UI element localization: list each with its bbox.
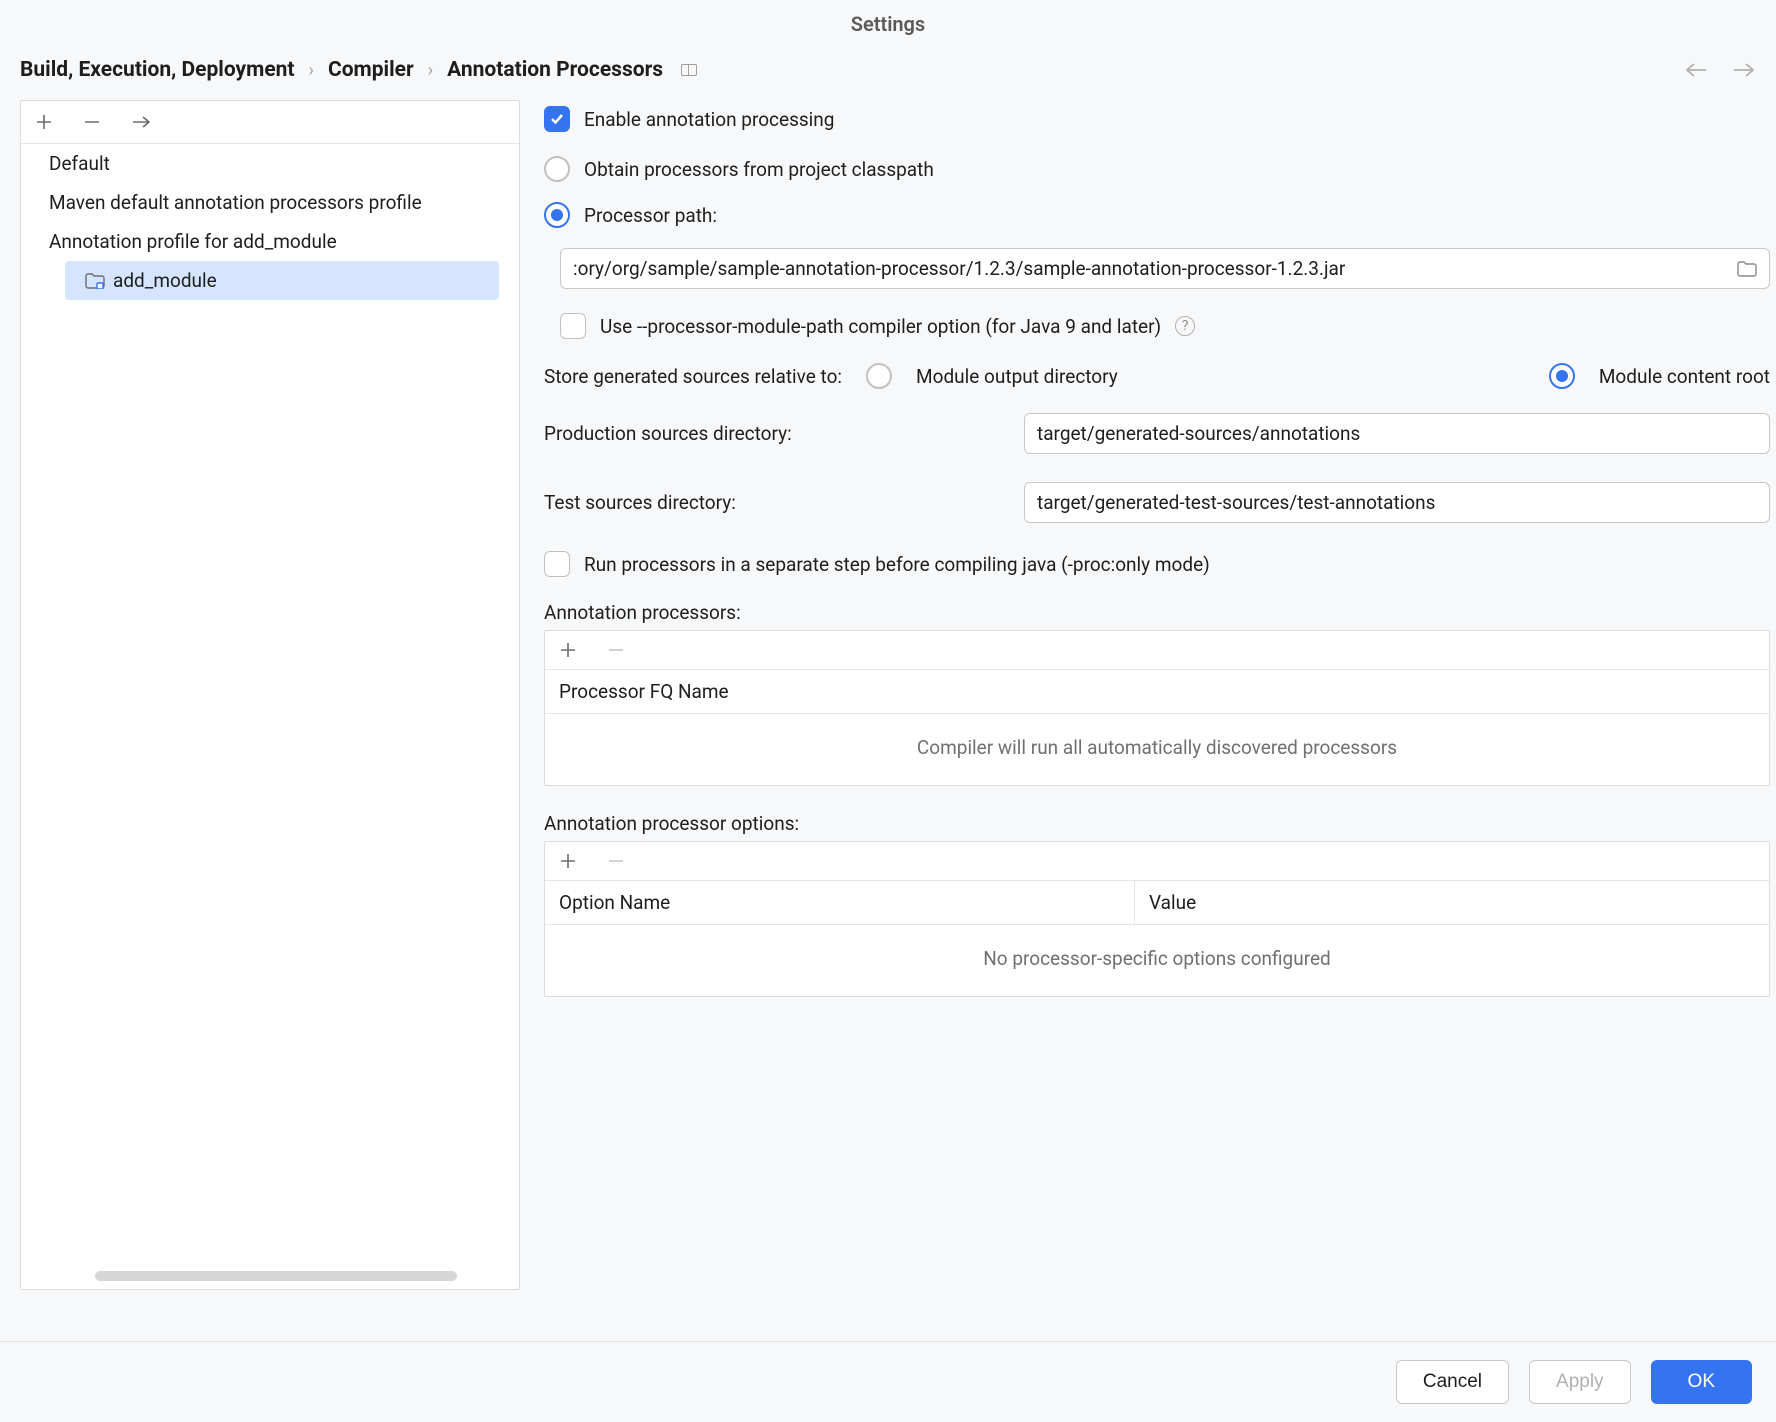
- browse-folder-icon[interactable]: [1737, 261, 1757, 277]
- detach-window-icon[interactable]: [681, 64, 697, 76]
- options-empty-text: No processor-specific options configured: [545, 925, 1769, 996]
- annotation-processors-table: Processor FQ Name Compiler will run all …: [544, 630, 1770, 786]
- breadcrumb: Build, Execution, Deployment › Compiler …: [0, 44, 1776, 100]
- separate-step-checkbox[interactable]: [544, 551, 570, 577]
- tree-item-add-module-profile[interactable]: Annotation profile for add_module: [21, 222, 519, 261]
- horizontal-scrollbar[interactable]: [95, 1271, 457, 1281]
- production-sources-dir-label: Production sources directory:: [544, 422, 996, 445]
- add-option-icon[interactable]: [559, 852, 577, 870]
- dialog-footer: Cancel Apply OK: [0, 1341, 1776, 1422]
- option-value-column: Value: [1135, 881, 1769, 924]
- module-content-root-radio[interactable]: [1549, 363, 1575, 389]
- add-icon[interactable]: [35, 113, 53, 131]
- tree-item-label: add_module: [113, 269, 217, 292]
- production-sources-dir-value: target/generated-sources/annotations: [1037, 422, 1360, 445]
- processor-path-value: :ory/org/sample/sample-annotation-proces…: [573, 257, 1345, 280]
- module-output-dir-radio[interactable]: [866, 363, 892, 389]
- test-sources-dir-value: target/generated-test-sources/test-annot…: [1037, 491, 1435, 514]
- module-folder-icon: [85, 273, 105, 289]
- remove-option-icon[interactable]: [607, 852, 625, 870]
- annotation-processor-options-header: Annotation processor options:: [544, 812, 1770, 835]
- processor-module-path-label: Use --processor-module-path compiler opt…: [600, 315, 1161, 338]
- processor-fqname-column: Processor FQ Name: [545, 670, 1769, 713]
- tree-item-module[interactable]: add_module: [65, 261, 499, 300]
- enable-annotation-processing-checkbox[interactable]: [544, 106, 570, 132]
- processor-path-radio[interactable]: [544, 202, 570, 228]
- module-content-root-label: Module content root: [1599, 365, 1770, 388]
- ok-button[interactable]: OK: [1651, 1360, 1752, 1404]
- enable-annotation-processing-label: Enable annotation processing: [584, 108, 834, 131]
- separate-step-label: Run processors in a separate step before…: [584, 553, 1210, 576]
- breadcrumb-item-annotation-processors[interactable]: Annotation Processors: [447, 58, 663, 82]
- annotation-processor-options-table: Option Name Value No processor-specific …: [544, 841, 1770, 997]
- module-output-dir-label: Module output directory: [916, 365, 1118, 388]
- breadcrumb-separator: ›: [309, 60, 314, 81]
- annotation-processors-header: Annotation processors:: [544, 601, 1770, 624]
- test-sources-dir-label: Test sources directory:: [544, 491, 996, 514]
- processors-empty-text: Compiler will run all automatically disc…: [545, 714, 1769, 785]
- processor-path-input[interactable]: :ory/org/sample/sample-annotation-proces…: [560, 248, 1770, 289]
- remove-icon[interactable]: [83, 113, 101, 131]
- remove-processor-icon[interactable]: [607, 641, 625, 659]
- profiles-tree: Default Maven default annotation process…: [20, 100, 520, 1290]
- obtain-from-classpath-label: Obtain processors from project classpath: [584, 158, 934, 181]
- tree-item-maven-default[interactable]: Maven default annotation processors prof…: [21, 183, 519, 222]
- processor-path-label: Processor path:: [584, 204, 717, 227]
- window-title: Settings: [0, 0, 1776, 44]
- breadcrumb-item-build[interactable]: Build, Execution, Deployment: [20, 58, 295, 82]
- obtain-from-classpath-radio[interactable]: [544, 156, 570, 182]
- nav-forward-icon[interactable]: [1732, 61, 1756, 79]
- breadcrumb-item-compiler[interactable]: Compiler: [328, 58, 414, 82]
- store-relative-to-label: Store generated sources relative to:: [544, 365, 842, 388]
- tree-toolbar: [21, 101, 519, 144]
- cancel-button[interactable]: Cancel: [1396, 1360, 1509, 1404]
- add-processor-icon[interactable]: [559, 641, 577, 659]
- option-name-column: Option Name: [545, 881, 1135, 924]
- breadcrumb-separator: ›: [428, 60, 433, 81]
- tree-item-default[interactable]: Default: [21, 144, 519, 183]
- apply-button[interactable]: Apply: [1529, 1360, 1631, 1404]
- processor-module-path-checkbox[interactable]: [560, 313, 586, 339]
- settings-form: Enable annotation processing Obtain proc…: [544, 100, 1772, 1290]
- move-icon[interactable]: [131, 113, 151, 131]
- production-sources-dir-input[interactable]: target/generated-sources/annotations: [1024, 413, 1770, 454]
- help-icon[interactable]: ?: [1175, 316, 1195, 336]
- nav-back-icon[interactable]: [1684, 61, 1708, 79]
- test-sources-dir-input[interactable]: target/generated-test-sources/test-annot…: [1024, 482, 1770, 523]
